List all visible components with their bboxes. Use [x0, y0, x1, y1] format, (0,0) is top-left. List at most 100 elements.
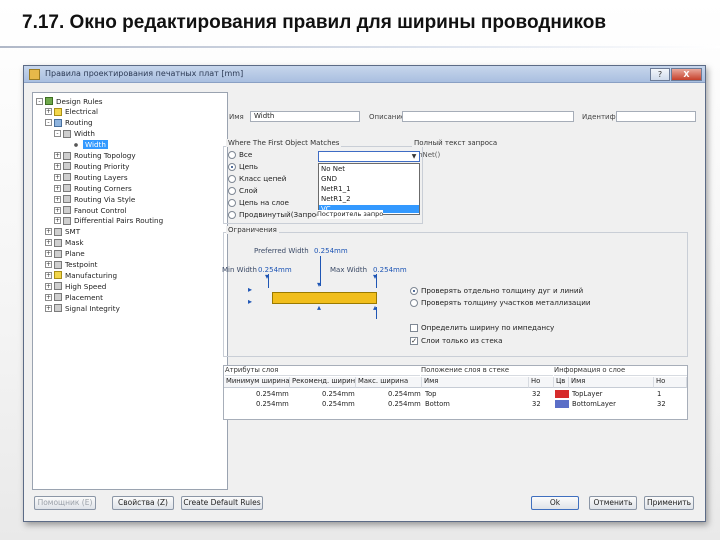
tree-item[interactable]: + SMT	[45, 227, 80, 237]
cancel-button[interactable]: Отменить	[589, 496, 637, 510]
app-icon	[29, 69, 40, 80]
tree-item[interactable]: + Placement	[45, 292, 103, 302]
collapse-icon[interactable]: -	[36, 97, 43, 105]
dropdown-option[interactable]: GND	[321, 175, 337, 183]
radio-button[interactable]	[228, 198, 236, 207]
net-dropdown-list[interactable]: No Net GND NetR1_1 NetR1_2 VC	[318, 163, 420, 215]
layer-width-table[interactable]: Атрибуты слоя Положение слоя в стеке Инфор…	[223, 365, 688, 420]
tree-item[interactable]: - Width	[54, 129, 95, 139]
tree-item[interactable]: + Routing Priority	[54, 161, 129, 171]
dropdown-option[interactable]: No Net	[321, 165, 345, 173]
table-column-header[interactable]: Рекоменд. ширин	[290, 377, 356, 388]
preferred-width-value[interactable]: 0.254mm	[314, 247, 348, 255]
apply-button[interactable]: Применить	[644, 496, 694, 510]
rules-tree[interactable]: - Design Rules + Electrical - Routing - Width Wi…	[32, 92, 228, 490]
expand-icon[interactable]: +	[45, 261, 52, 268]
expand-icon[interactable]: +	[54, 195, 61, 203]
table-column-header[interactable]: Но	[529, 377, 554, 388]
expand-icon[interactable]: +	[54, 173, 61, 181]
expand-icon[interactable]: +	[45, 108, 52, 116]
tree-item[interactable]: - Design Rules	[36, 96, 103, 106]
checkbox[interactable]: ✓	[410, 336, 418, 345]
table-column-header[interactable]: Макс. ширина	[356, 377, 422, 388]
ok-button[interactable]: Ok	[531, 496, 579, 510]
where-option[interactable]: Цепь	[228, 162, 258, 171]
rule-icon	[45, 97, 53, 105]
tree-item[interactable]: + Differential Pairs Routing	[54, 216, 163, 226]
table-cell[interactable]: 0.254mm	[256, 390, 319, 399]
where-option[interactable]: Класс цепей	[228, 174, 286, 183]
expand-icon[interactable]: +	[45, 239, 52, 247]
expand-icon[interactable]: +	[54, 162, 61, 170]
where-option[interactable]: Все	[228, 150, 252, 159]
tree-item[interactable]: + Routing Corners	[54, 183, 132, 193]
dropdown-option[interactable]: NetR1_2	[321, 195, 351, 203]
tree-item[interactable]: + Mask	[45, 238, 84, 248]
radio-button[interactable]	[410, 298, 418, 307]
create-default-rules-button[interactable]: Create Default Rules	[181, 496, 263, 510]
tree-item[interactable]: Width	[63, 140, 108, 150]
expand-icon[interactable]: +	[54, 217, 61, 225]
comment-field[interactable]	[402, 111, 574, 122]
checkbox-label: Определить ширину по импедансу	[421, 323, 555, 332]
checkbox[interactable]	[410, 323, 418, 332]
table-column-header[interactable]: Минимум ширина	[224, 377, 290, 388]
tree-item[interactable]: - Routing	[45, 118, 93, 128]
id-field[interactable]	[616, 111, 696, 122]
tree-item[interactable]: + Signal Integrity	[45, 303, 120, 313]
expand-icon[interactable]: +	[45, 271, 52, 279]
tree-item[interactable]: + Electrical	[45, 107, 98, 117]
width-check-option[interactable]: Проверять отдельно толщину дуг и линий	[410, 286, 583, 295]
help-wizard-button[interactable]: Помощник (E)	[34, 496, 96, 510]
expand-icon[interactable]: +	[45, 293, 52, 301]
where-option[interactable]: Продвинутый(Запрос)	[228, 210, 323, 219]
width-check-option[interactable]: Проверять толщину участков металлизации	[410, 298, 591, 307]
expand-icon[interactable]: +	[45, 250, 52, 258]
expand-icon[interactable]: +	[45, 228, 52, 236]
tree-item[interactable]: + Plane	[45, 249, 85, 259]
radio-button[interactable]	[228, 174, 236, 183]
dropdown-option[interactable]: NetR1_1	[321, 185, 351, 193]
tree-item[interactable]: + Testpoint	[45, 260, 97, 270]
expand-icon[interactable]: +	[45, 282, 52, 290]
table-column-header[interactable]: Цв	[554, 377, 569, 388]
radio-button[interactable]	[228, 186, 236, 195]
expand-icon[interactable]: +	[54, 152, 61, 159]
radio-button[interactable]	[228, 162, 236, 171]
dialog-titlebar[interactable]: Правила проектирования печатных плат [mm…	[24, 66, 705, 83]
expand-icon[interactable]: +	[54, 184, 61, 192]
table-column-header[interactable]: Имя	[422, 377, 529, 388]
close-button[interactable]: X	[671, 68, 702, 81]
table-cell[interactable]: 0.254mm	[322, 390, 385, 399]
tree-item[interactable]: + Routing Via Style	[54, 194, 135, 204]
arrow-down-icon: ▾	[265, 272, 270, 281]
expand-icon[interactable]: +	[45, 304, 52, 312]
radio-button[interactable]	[228, 210, 236, 219]
net-combobox[interactable]: ▼	[318, 151, 420, 162]
query-builder-button[interactable]: Построитель запроса	[317, 210, 383, 219]
table-cell[interactable]: 0.254mm	[322, 400, 385, 409]
radio-button[interactable]	[410, 286, 418, 295]
constraint-checkbox[interactable]: Определить ширину по импедансу	[410, 323, 554, 332]
properties-button[interactable]: Свойства (Z)	[112, 496, 174, 510]
radio-button[interactable]	[228, 150, 236, 159]
tree-item[interactable]: + High Speed	[45, 281, 106, 291]
table-column-header[interactable]: Имя	[569, 377, 654, 388]
collapse-icon[interactable]: -	[45, 119, 52, 127]
table-column-header[interactable]: Но	[654, 377, 687, 388]
tree-item[interactable]: + Fanout Control	[54, 205, 126, 215]
tree-item[interactable]: + Routing Layers	[54, 172, 128, 182]
constraint-checkbox[interactable]: ✓ Слои только из стека	[410, 336, 503, 345]
collapse-icon[interactable]: -	[54, 130, 61, 138]
where-option[interactable]: Цепь на слое	[228, 198, 289, 207]
rule-name-field[interactable]: Width	[250, 111, 360, 122]
help-button[interactable]: ?	[650, 68, 670, 81]
expand-icon[interactable]: +	[54, 206, 61, 214]
tree-item[interactable]: + Manufacturing	[45, 270, 117, 280]
min-width-value[interactable]: 0.254mm	[258, 266, 292, 274]
tree-item-label: Manufacturing	[65, 270, 118, 280]
max-width-value[interactable]: 0.254mm	[373, 266, 407, 274]
table-cell[interactable]: 0.254mm	[256, 400, 319, 409]
tree-item[interactable]: + Routing Topology	[54, 151, 136, 161]
where-option[interactable]: Слой	[228, 186, 258, 195]
